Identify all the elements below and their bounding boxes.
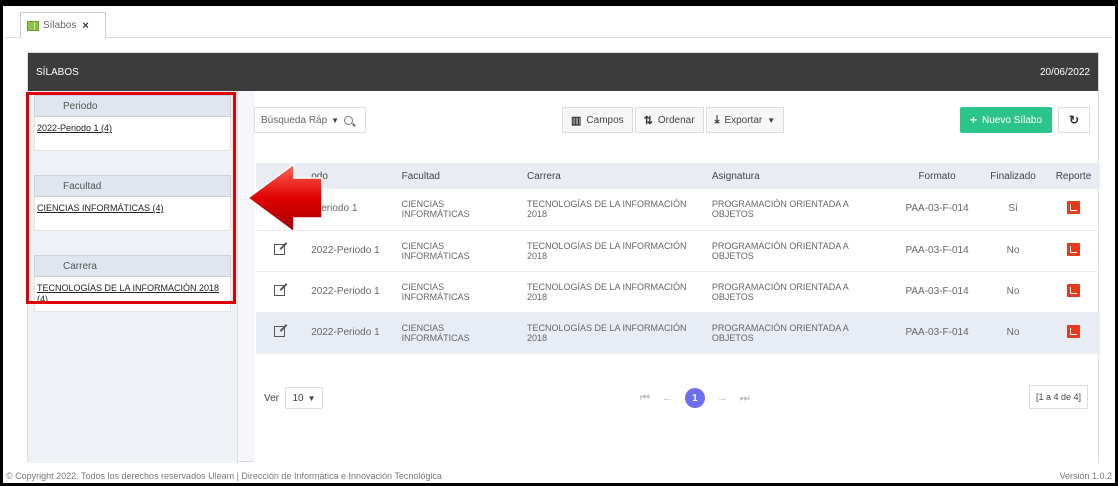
cell-carrera: TECNOLOGÍAS DE LA INFORMACIÓN 2018 xyxy=(518,271,704,313)
toolbar: Búsqueda Ráp ▼ ▥ Campos ⇅ Ordenar ⤓ Expo… xyxy=(254,107,1098,133)
refresh-button[interactable]: ↻ xyxy=(1058,107,1090,133)
first-page-icon[interactable]: ⏮ xyxy=(640,392,650,405)
search-input[interactable]: Búsqueda Ráp ▼ xyxy=(254,107,366,133)
search-placeholder: Búsqueda Ráp xyxy=(261,114,328,126)
campos-button[interactable]: ▥ Campos xyxy=(562,107,633,133)
edit-icon[interactable] xyxy=(274,284,286,296)
cell-asignatura: PROGRAMACIÓN ORIENTADA A OBJETOS xyxy=(703,189,895,231)
close-icon[interactable]: × xyxy=(82,20,88,32)
ordenar-button[interactable]: ⇅ Ordenar xyxy=(634,107,704,133)
page-title: SÍLABOS xyxy=(36,66,79,78)
annotation-bracket xyxy=(26,92,236,304)
download-icon: ⤓ xyxy=(714,113,720,126)
pdf-icon[interactable] xyxy=(1066,201,1080,215)
view-label: Ver xyxy=(264,392,280,404)
cell-formato: PAA-03-F-014 xyxy=(894,271,980,313)
copyright-text: © Copyright 2022. Todos los derechos res… xyxy=(6,471,442,481)
caret-down-icon[interactable]: ▼ xyxy=(331,116,339,125)
edit-cell xyxy=(256,271,304,313)
cell-facultad: CIENCIAS INFORMÁTICAS xyxy=(393,271,519,313)
cell-periodo: 2022-Periodo 1 xyxy=(303,271,394,313)
page-size-select[interactable]: 10 ▼ xyxy=(285,387,324,409)
columns-icon: ▥ xyxy=(571,114,582,127)
edit-cell xyxy=(256,230,304,272)
pagination-bar: Ver 10 ▼ ⏮ ← 1 → ⏭ [1 a 4 de 4] xyxy=(256,385,1098,411)
nuevo-silabo-label: Nuevo Sílabo xyxy=(981,114,1043,126)
cell-asignatura: PROGRAMACIÓN ORIENTADA A OBJETOS xyxy=(703,312,895,354)
cell-facultad: CIENCIAS INFORMÁTICAS xyxy=(393,312,519,354)
col-header-facultad[interactable]: Facultad xyxy=(393,163,519,189)
cell-facultad: CIENCIAS INFORMÁTICAS xyxy=(393,189,519,231)
cell-reporte xyxy=(1046,271,1100,313)
last-page-icon[interactable]: ⏭ xyxy=(740,392,750,405)
cell-formato: PAA-03-F-014 xyxy=(894,189,980,231)
cell-reporte xyxy=(1046,189,1100,231)
cell-reporte xyxy=(1046,312,1100,354)
refresh-icon: ↻ xyxy=(1068,113,1080,127)
version-text: Versión 1.0.2 xyxy=(1059,471,1112,481)
prev-page-icon[interactable]: ← xyxy=(662,392,673,404)
pager: ⏮ ← 1 → ⏭ xyxy=(640,385,750,411)
table-row[interactable]: 2022-Periodo 1 CIENCIAS INFORMÁTICAS TEC… xyxy=(256,312,1100,354)
col-header-reporte[interactable]: Reporte xyxy=(1046,163,1100,189)
table-header-row: odo Facultad Carrera Asignatura Formato … xyxy=(256,163,1100,189)
pdf-icon[interactable] xyxy=(1066,324,1080,338)
sort-icon: ⇅ xyxy=(643,114,653,127)
exportar-button[interactable]: ⤓ Exportar ▼ xyxy=(705,107,785,133)
caret-down-icon: ▼ xyxy=(767,115,776,125)
edit-icon[interactable] xyxy=(274,325,286,337)
page-button[interactable]: 1 xyxy=(684,388,705,408)
cell-periodo: 2022-Periodo 1 xyxy=(303,230,394,272)
panel-header: SÍLABOS 20/06/2022 xyxy=(28,53,1098,91)
cell-finalizado: No xyxy=(979,271,1047,313)
ordenar-label: Ordenar xyxy=(657,114,695,126)
col-header-asignatura[interactable]: Asignatura xyxy=(703,163,895,189)
edit-icon[interactable] xyxy=(274,243,286,255)
pdf-icon[interactable] xyxy=(1066,242,1080,256)
nuevo-silabo-button[interactable]: + Nuevo Sílabo xyxy=(960,107,1052,133)
record-count: [1 a 4 de 4] xyxy=(1028,385,1088,409)
cell-asignatura: PROGRAMACIÓN ORIENTADA A OBJETOS xyxy=(703,271,895,313)
cell-formato: PAA-03-F-014 xyxy=(894,312,980,354)
table-row[interactable]: 2022-Periodo 1 CIENCIAS INFORMÁTICAS TEC… xyxy=(256,230,1100,272)
page-size-value: 10 xyxy=(292,392,304,404)
tab-label: Sílabos xyxy=(43,20,77,31)
cell-carrera: TECNOLOGÍAS DE LA INFORMACIÓN 2018 xyxy=(518,230,704,272)
col-header-finalizado[interactable]: Finalizado xyxy=(979,163,1047,189)
next-page-icon[interactable]: → xyxy=(717,392,728,404)
chevron-down-icon: ▼ xyxy=(307,393,316,403)
exportar-label: Exportar xyxy=(724,114,763,126)
search-icon[interactable] xyxy=(344,115,354,125)
cell-carrera: TECNOLOGÍAS DE LA INFORMACIÓN 2018 xyxy=(518,189,704,231)
table-row[interactable]: -Periodo 1 CIENCIAS INFORMÁTICAS TECNOLO… xyxy=(256,189,1100,231)
edit-cell xyxy=(256,312,304,354)
cell-finalizado: No xyxy=(979,230,1047,272)
cell-reporte xyxy=(1046,230,1100,272)
header-date: 20/06/2022 xyxy=(1039,66,1090,78)
table-icon xyxy=(27,20,39,31)
campos-label: Campos xyxy=(586,114,624,126)
cell-asignatura: PROGRAMACIÓN ORIENTADA A OBJETOS xyxy=(703,230,895,272)
cell-formato: PAA-03-F-014 xyxy=(894,230,980,272)
plus-icon: + xyxy=(969,113,977,127)
tab-bar: Sílabos × xyxy=(6,8,1112,38)
main-content: Búsqueda Ráp ▼ ▥ Campos ⇅ Ordenar ⤓ Expo… xyxy=(254,91,1100,463)
cell-periodo: 2022-Periodo 1 xyxy=(303,312,394,354)
cell-carrera: TECNOLOGÍAS DE LA INFORMACIÓN 2018 xyxy=(518,312,704,354)
col-header-carrera[interactable]: Carrera xyxy=(518,163,704,189)
pdf-icon[interactable] xyxy=(1066,283,1080,297)
col-header-formato[interactable]: Formato xyxy=(894,163,980,189)
cell-finalizado: No xyxy=(979,312,1047,354)
cell-finalizado: Sí xyxy=(979,189,1047,231)
cell-facultad: CIENCIAS INFORMÁTICAS xyxy=(393,230,519,272)
table-row[interactable]: 2022-Periodo 1 CIENCIAS INFORMÁTICAS TEC… xyxy=(256,271,1100,313)
toolbar-buttons: ▥ Campos ⇅ Ordenar ⤓ Exportar ▼ xyxy=(562,107,786,133)
tab-silabos[interactable]: Sílabos × xyxy=(20,12,106,38)
silabos-table: odo Facultad Carrera Asignatura Formato … xyxy=(256,163,1100,354)
annotation-arrow-icon xyxy=(248,164,322,232)
